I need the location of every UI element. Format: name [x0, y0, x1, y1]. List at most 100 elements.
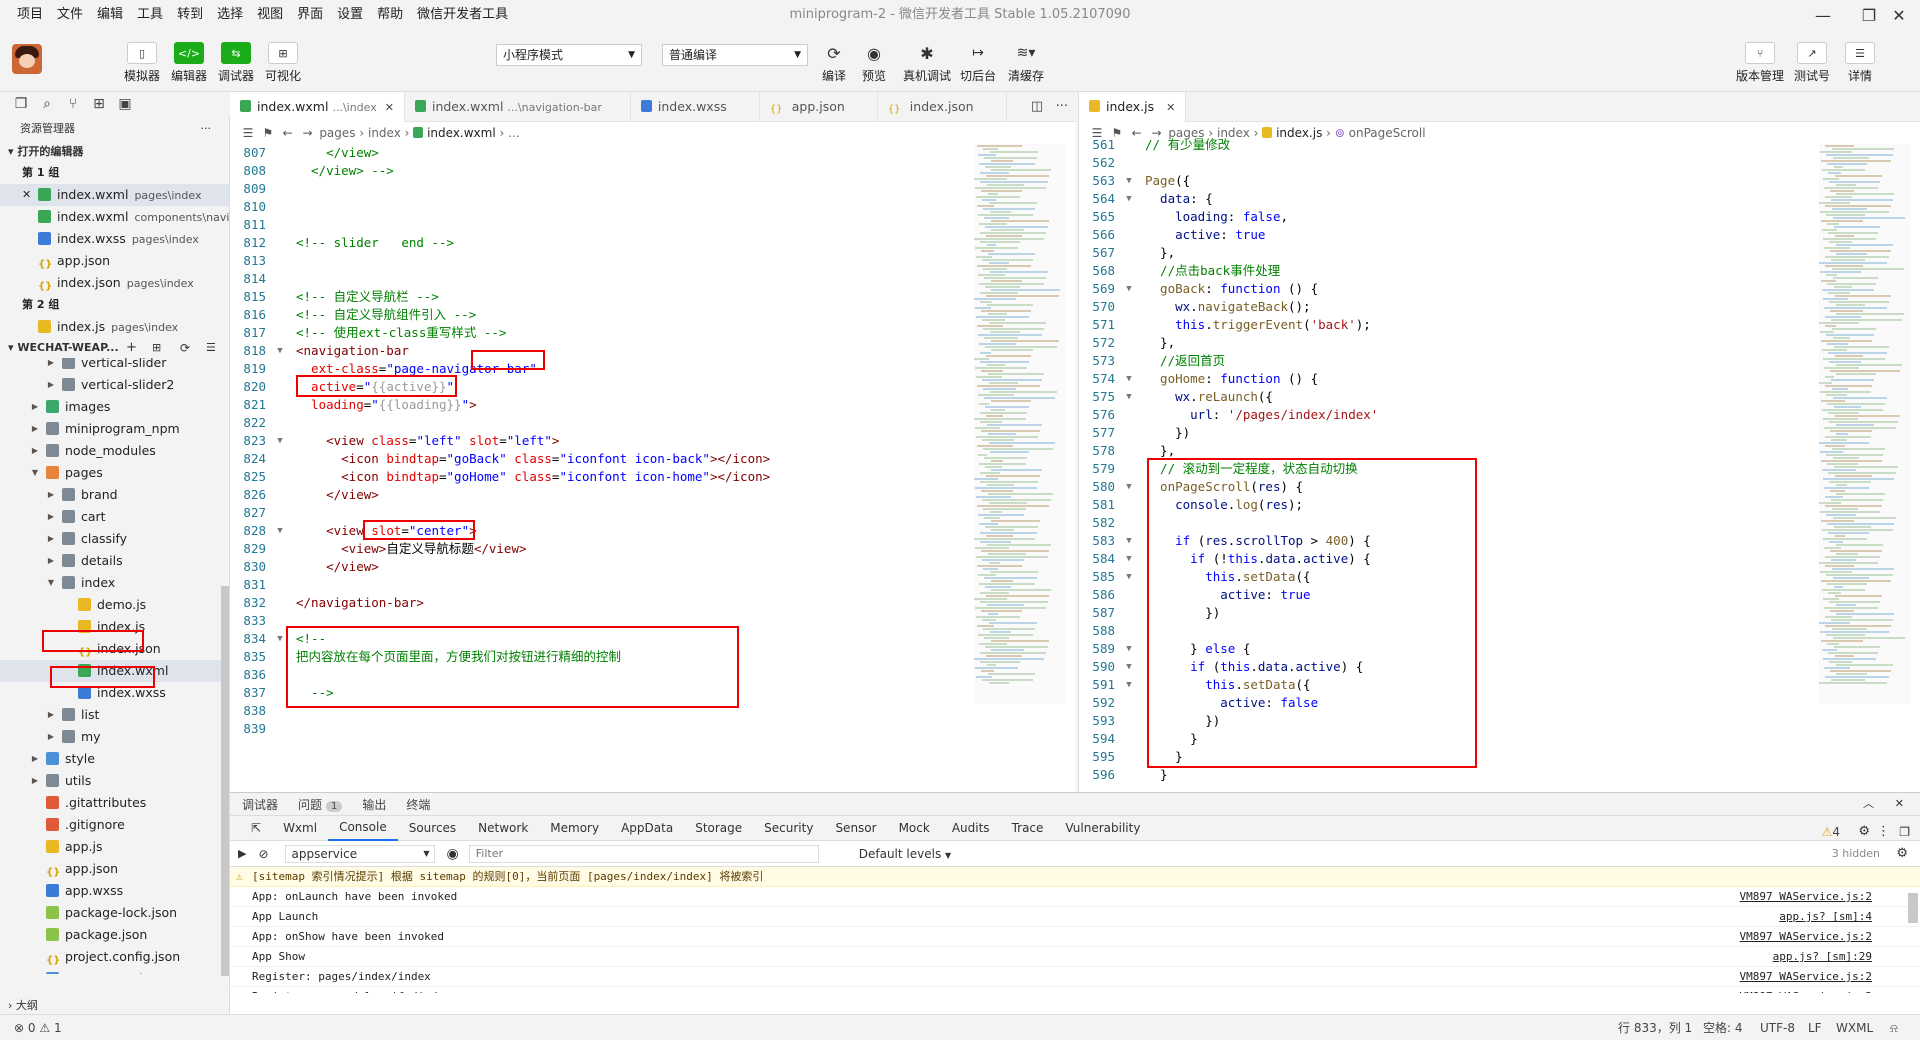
visual-button[interactable]: ⊞ 可视化 [261, 42, 305, 84]
close-tab-icon[interactable]: ✕ [1166, 101, 1175, 114]
editor-tab[interactable]: index.wxml ...\index ✕ [230, 92, 405, 122]
console-source-link[interactable]: VM897 WAService.js:2 [1740, 887, 1872, 907]
simulator-button[interactable]: ▯ 模拟器 [120, 42, 164, 84]
menu-item-1[interactable]: 文件 [50, 0, 90, 30]
clear-console-icon[interactable]: ⊘ [258, 847, 268, 861]
language-mode[interactable]: WXML [1836, 1015, 1873, 1040]
console-source-link[interactable]: VM897 WAService.js:2 [1740, 987, 1872, 993]
open-editors-section[interactable]: ▾ 打开的编辑器 [0, 142, 229, 162]
bookmark-icon[interactable]: ⚑ [260, 122, 276, 144]
devtools-tab[interactable]: 调试器 [242, 796, 278, 813]
collapse-panel-icon[interactable]: ︿ [1863, 793, 1874, 815]
close-icon[interactable]: ✕ [22, 184, 31, 206]
editor-button[interactable]: </> 编辑器 [167, 42, 211, 84]
file-tree-item[interactable]: ▶ my [0, 726, 229, 748]
console-message[interactable]: Register: pages/classify/index VM897 WASe… [230, 987, 1920, 993]
devtools-panel-tab[interactable]: Security [753, 815, 824, 841]
chevron-right-icon[interactable]: ▶ [30, 748, 40, 770]
fold-chevron-icon[interactable]: ▼ [274, 630, 286, 648]
new-file-icon[interactable]: + [126, 338, 137, 358]
problems-status[interactable]: ⊗ 0 ⚠ 1 [14, 1015, 62, 1040]
menu-item-8[interactable]: 设置 [330, 0, 370, 30]
cursor-position[interactable]: 行 833，列 1 [1618, 1015, 1692, 1040]
file-tree-item[interactable]: ▼ pages [0, 462, 229, 484]
inspect-icon[interactable]: ⇱ [240, 815, 272, 841]
split-editor-icon[interactable]: ◫ [1031, 99, 1043, 114]
console-scrollbar[interactable] [1908, 893, 1918, 923]
editor-tab[interactable]: {} app.json [760, 92, 878, 122]
details-button[interactable]: ☰ 详情 [1838, 42, 1882, 84]
fold-chevron-icon[interactable]: ▼ [1123, 550, 1135, 568]
file-tree-item[interactable]: ▶ images [0, 396, 229, 418]
console-message[interactable]: ⚠ [sitemap 索引情况提示] 根据 sitemap 的规则[0]，当前页面… [230, 867, 1920, 887]
preview-button[interactable]: ◉ 预览 [852, 42, 896, 84]
console-output[interactable]: ⚠ [sitemap 索引情况提示] 根据 sitemap 的规则[0]，当前页面… [230, 867, 1920, 993]
code-area-right[interactable]: 561// 有少量修改 562 563 ▼ Page({564 ▼ data: {565 … [1079, 136, 1809, 784]
chevron-right-icon[interactable]: ▶ [30, 418, 40, 440]
sidebar-toggle-icon[interactable]: ▶ [238, 847, 246, 860]
fold-chevron-icon[interactable]: ▼ [1123, 478, 1135, 496]
devtools-tab[interactable]: 输出 [362, 796, 386, 813]
devtools-tab[interactable]: 终端 [406, 796, 430, 813]
fold-chevron-icon[interactable]: ▼ [274, 342, 286, 360]
test-account-button[interactable]: ↗ 测试号 [1790, 42, 1834, 84]
bell-icon[interactable]: ⍾ [1890, 1015, 1898, 1040]
devtools-panel-tab[interactable]: Trace [1001, 815, 1055, 841]
close-window-button[interactable]: ✕ [1876, 0, 1920, 30]
debugger-button[interactable]: ⇆ 调试器 [214, 42, 258, 84]
chevron-down-icon[interactable]: ▼ [46, 572, 56, 594]
file-tree-item[interactable]: package.json [0, 924, 229, 946]
file-tree-item[interactable]: .gitignore [0, 814, 229, 836]
console-source-link[interactable]: VM897 WAService.js:2 [1740, 967, 1872, 987]
file-tree-item[interactable]: {} project.config.json [0, 946, 229, 968]
log-levels-select[interactable]: Default levels ▼ [859, 847, 951, 861]
version-control-button[interactable]: ⑂ 版本管理 [1736, 42, 1784, 84]
devtools-panel-tab[interactable]: Network [467, 815, 539, 841]
file-tree-item[interactable]: ▶ list [0, 704, 229, 726]
file-tree-item[interactable]: app.js [0, 836, 229, 858]
console-source-link[interactable]: VM897 WAService.js:2 [1740, 927, 1872, 947]
more-vertical-icon[interactable]: ⋮ [1877, 821, 1890, 843]
console-message[interactable]: App Launch app.js? [sm]:4 [230, 907, 1920, 927]
file-tree-item[interactable]: index.js [0, 616, 229, 638]
file-tree-item[interactable]: README.md [0, 968, 229, 974]
clear-cache-button[interactable]: ≋▾ 清缓存 [1004, 42, 1048, 84]
file-tree-item[interactable]: .gitattributes [0, 792, 229, 814]
editor-tab[interactable]: index.js ✕ [1079, 92, 1187, 122]
open-editor-item[interactable]: index.wxss pages\index [0, 228, 229, 250]
file-tree-item[interactable]: ▶ vertical-slider [0, 358, 229, 374]
menu-item-9[interactable]: 帮助 [370, 0, 410, 30]
console-settings-icon[interactable]: ⚙ [1896, 846, 1908, 861]
fold-chevron-icon[interactable]: ▼ [1123, 388, 1135, 406]
code-area-left[interactable]: 807 </view> 808 </view> --> 809 810 811 812 <!… [230, 144, 970, 738]
fold-chevron-icon[interactable]: ▼ [1123, 280, 1135, 298]
extensions-icon[interactable]: ⊞ [86, 96, 112, 112]
devtools-panel-tab[interactable]: Memory [539, 815, 610, 841]
avatar[interactable] [12, 44, 42, 74]
chevron-right-icon[interactable]: ▶ [30, 396, 40, 418]
file-tree-item[interactable]: index.wxss [0, 682, 229, 704]
outline-section[interactable]: › 大纲 [0, 996, 230, 1014]
menu-item-6[interactable]: 视图 [250, 0, 290, 30]
console-message[interactable]: Register: pages/index/index VM897 WAServi… [230, 967, 1920, 987]
menu-item-2[interactable]: 编辑 [90, 0, 130, 30]
line-ending[interactable]: LF [1808, 1015, 1822, 1040]
chevron-down-icon[interactable]: ▼ [30, 462, 40, 484]
chevron-right-icon[interactable]: ▶ [30, 440, 40, 462]
context-select[interactable]: appservice ▼ [284, 844, 435, 863]
fold-chevron-icon[interactable]: ▼ [274, 432, 286, 450]
debug-panel-icon[interactable]: ▣ [112, 96, 138, 112]
close-tab-icon[interactable]: ✕ [385, 101, 394, 114]
open-editor-item[interactable]: index.wxml components\navi... [0, 206, 229, 228]
minimap-left[interactable] [974, 144, 1066, 704]
open-editor-item[interactable]: {} index.json pages\index [0, 272, 229, 294]
devtools-panel-tab[interactable]: Vulnerability [1054, 815, 1151, 841]
fold-chevron-icon[interactable]: ▼ [1123, 658, 1135, 676]
warning-counter[interactable]: ⚠4 [1822, 821, 1840, 843]
minimize-button[interactable]: — [1800, 0, 1846, 30]
console-filter-input[interactable] [468, 844, 819, 863]
menu-item-7[interactable]: 界面 [290, 0, 330, 30]
chevron-right-icon[interactable]: ▶ [46, 358, 56, 374]
fold-chevron-icon[interactable]: ▼ [1123, 370, 1135, 388]
console-message[interactable]: App: onLaunch have been invoked VM897 WAS… [230, 887, 1920, 907]
